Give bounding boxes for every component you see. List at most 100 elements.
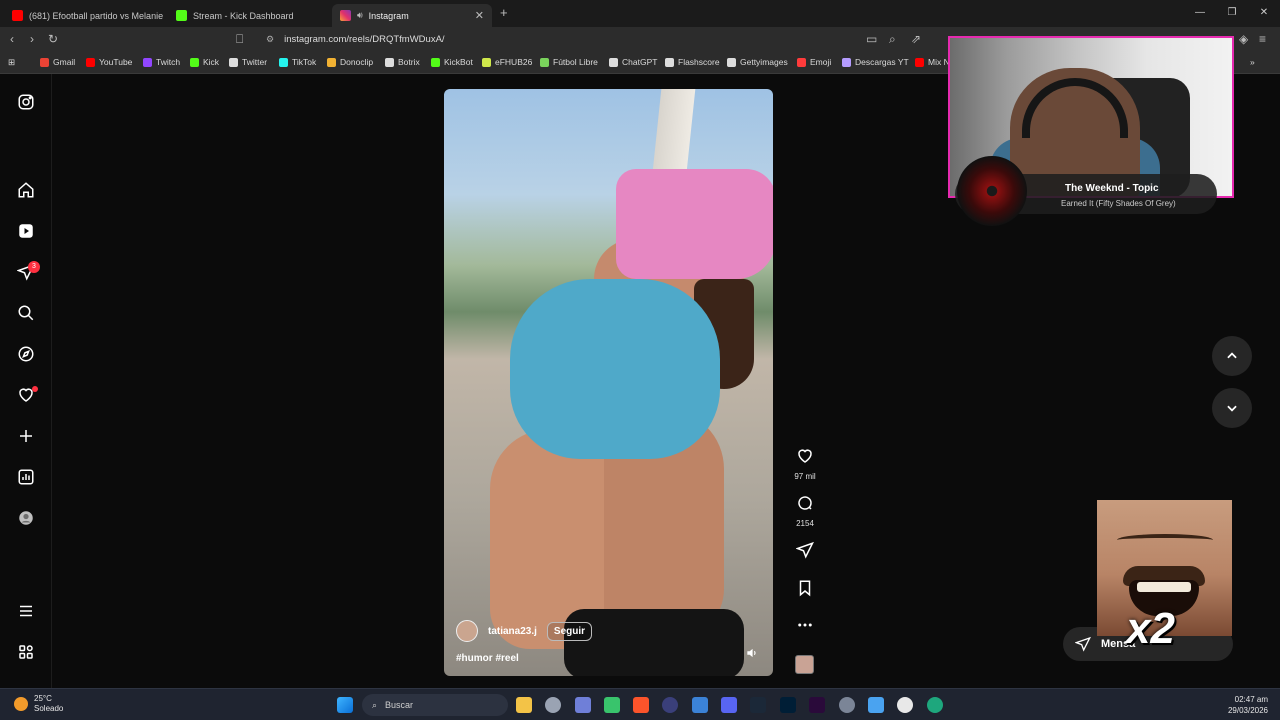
comment-action[interactable]: 2154 bbox=[791, 494, 819, 528]
bookmark-tiktok[interactable]: TikTok bbox=[279, 57, 316, 67]
explore-icon[interactable] bbox=[16, 344, 36, 364]
video-scene bbox=[510, 279, 720, 459]
profile-icon[interactable] bbox=[16, 508, 36, 528]
audio-thumbnail[interactable] bbox=[795, 655, 814, 674]
system-clock[interactable]: 02:47 am 29/03/2026 bbox=[1228, 694, 1268, 716]
bookmark-icon[interactable]: ⎕ bbox=[236, 32, 243, 46]
bookmark-twitch[interactable]: Twitch bbox=[143, 57, 180, 67]
bookmark-youtube[interactable]: YouTube bbox=[86, 57, 132, 67]
notepad-icon[interactable] bbox=[868, 697, 884, 713]
share-icon[interactable] bbox=[795, 541, 814, 559]
time: 02:47 am bbox=[1234, 695, 1268, 704]
address-bar[interactable]: ⚙ instagram.com/reels/DRQTfmWDuxA/ bbox=[256, 30, 956, 49]
author-username[interactable]: tatiana23.j bbox=[488, 626, 537, 637]
emoji-icon bbox=[797, 57, 806, 67]
like-action[interactable]: 97 mil bbox=[791, 447, 819, 481]
close-tab-icon[interactable]: ✕ bbox=[475, 9, 484, 22]
next-reel-button[interactable] bbox=[1212, 388, 1252, 428]
bookmark-kick[interactable]: Kick bbox=[190, 57, 219, 67]
bookmark-flashscore[interactable]: Flashscore bbox=[665, 57, 720, 67]
bookmark-icon[interactable] bbox=[796, 579, 814, 597]
calculator-icon[interactable] bbox=[692, 697, 708, 713]
volume-icon[interactable] bbox=[745, 646, 759, 660]
bookmark-label: Twitch bbox=[156, 57, 181, 67]
tab-instagram[interactable]: 🔊︎ Instagram ✕ bbox=[332, 4, 492, 27]
date: 29/03/2026 bbox=[1227, 706, 1268, 715]
tab-kick-dashboard[interactable]: Stream - Kick Dashboard bbox=[168, 4, 328, 27]
bookmark-gmail[interactable]: Gmail bbox=[40, 57, 75, 67]
save-action[interactable] bbox=[791, 579, 819, 602]
bookmark-descargas-yt[interactable]: Descargas YT bbox=[842, 57, 909, 67]
app-icon[interactable] bbox=[662, 697, 678, 713]
tab-youtube[interactable]: (681) Efootball partido vs Melanie pa bbox=[4, 4, 164, 27]
home-icon[interactable] bbox=[16, 180, 36, 200]
instagram-logo-icon[interactable] bbox=[16, 92, 36, 112]
app-icon[interactable] bbox=[575, 697, 591, 713]
meme-text: x2 bbox=[1126, 604, 1175, 653]
create-icon[interactable] bbox=[16, 426, 36, 446]
file-explorer-icon[interactable] bbox=[516, 697, 532, 713]
close-window-button[interactable]: ✕ bbox=[1248, 4, 1280, 22]
edge-icon[interactable] bbox=[927, 697, 943, 713]
minimize-button[interactable]: — bbox=[1184, 4, 1216, 22]
bookmark-emoji[interactable]: Emoji bbox=[797, 57, 831, 67]
menu-icon[interactable]: ≡ bbox=[1259, 32, 1266, 46]
vpn-shield-icon[interactable]: ◈ bbox=[1239, 32, 1248, 46]
bookmark-donoclip[interactable]: Donoclip bbox=[327, 57, 373, 67]
media-player-icon[interactable] bbox=[897, 697, 913, 713]
video-scene bbox=[616, 169, 773, 279]
premiere-icon[interactable] bbox=[809, 697, 825, 713]
follow-button[interactable]: Seguir bbox=[546, 621, 593, 641]
bookmark-label: Kick bbox=[203, 57, 220, 67]
cast-icon[interactable]: ▭ bbox=[866, 32, 877, 46]
forward-icon[interactable]: › bbox=[30, 32, 34, 46]
bookmark-twitter[interactable]: Twitter bbox=[229, 57, 267, 67]
previous-reel-button[interactable] bbox=[1212, 336, 1252, 376]
avatar[interactable] bbox=[456, 620, 478, 642]
bookmark-kickbot[interactable]: KickBot bbox=[431, 57, 473, 67]
more-options-action[interactable] bbox=[791, 616, 819, 639]
new-tab-button[interactable]: + bbox=[500, 6, 508, 20]
comment-icon[interactable] bbox=[796, 494, 814, 512]
bookmark-botrix[interactable]: Botrix bbox=[385, 57, 420, 67]
bookmark-gettyimages[interactable]: Gettyimages bbox=[727, 57, 788, 67]
reels-icon[interactable] bbox=[16, 221, 36, 241]
also-from-meta-icon[interactable] bbox=[16, 642, 36, 662]
share-icon[interactable]: ⇗ bbox=[911, 32, 921, 46]
windows-start-icon[interactable] bbox=[337, 697, 353, 713]
search-placeholder: Buscar bbox=[385, 700, 414, 710]
settings-icon[interactable] bbox=[839, 697, 855, 713]
bookmark-futbol-libre[interactable]: Fútbol Libre bbox=[540, 57, 598, 67]
twitch-icon bbox=[143, 57, 152, 67]
efhub-icon bbox=[482, 57, 491, 67]
brave-icon[interactable] bbox=[633, 697, 649, 713]
bookmark-chatgpt[interactable]: ChatGPT bbox=[609, 57, 657, 67]
heart-icon[interactable] bbox=[796, 447, 814, 465]
back-icon[interactable]: ‹ bbox=[10, 32, 14, 46]
meme-scene bbox=[1117, 534, 1213, 546]
steam-icon[interactable] bbox=[750, 697, 766, 713]
windows-taskbar: 25°C Soleado ⌕ Buscar 02:47 am 29/03/202… bbox=[0, 688, 1280, 720]
bookmark-efhub26[interactable]: eFHUB26 bbox=[482, 57, 532, 67]
reel-caption[interactable]: #humor #reel bbox=[456, 653, 519, 664]
reload-icon[interactable]: ↻ bbox=[48, 32, 58, 46]
site-info-icon[interactable]: ⚙ bbox=[266, 34, 274, 45]
dashboard-icon[interactable] bbox=[16, 467, 36, 487]
discord-icon[interactable] bbox=[721, 697, 737, 713]
zoom-icon[interactable]: ⌕ bbox=[889, 32, 896, 46]
comments-count: 2154 bbox=[796, 519, 814, 528]
taskbar-search[interactable]: ⌕ Buscar bbox=[362, 694, 508, 716]
weather-widget[interactable]: 25°C Soleado bbox=[14, 694, 63, 714]
photoshop-icon[interactable] bbox=[780, 697, 796, 713]
more-bookmarks-icon[interactable]: » bbox=[1250, 57, 1255, 67]
bookmark-mix[interactable]: Mix N bbox=[915, 57, 950, 67]
app-icon[interactable] bbox=[604, 697, 620, 713]
reel-video[interactable]: tatiana23.j Seguir #humor #reel bbox=[444, 89, 773, 676]
more-menu-icon[interactable] bbox=[16, 601, 36, 621]
share-action[interactable] bbox=[791, 541, 819, 564]
search-icon[interactable] bbox=[16, 303, 36, 323]
maximize-button[interactable]: ❐ bbox=[1216, 4, 1248, 22]
chrome-icon[interactable] bbox=[545, 697, 561, 713]
apps-grid-icon[interactable]: ⊞ bbox=[8, 57, 15, 68]
more-options-icon[interactable] bbox=[796, 616, 814, 634]
